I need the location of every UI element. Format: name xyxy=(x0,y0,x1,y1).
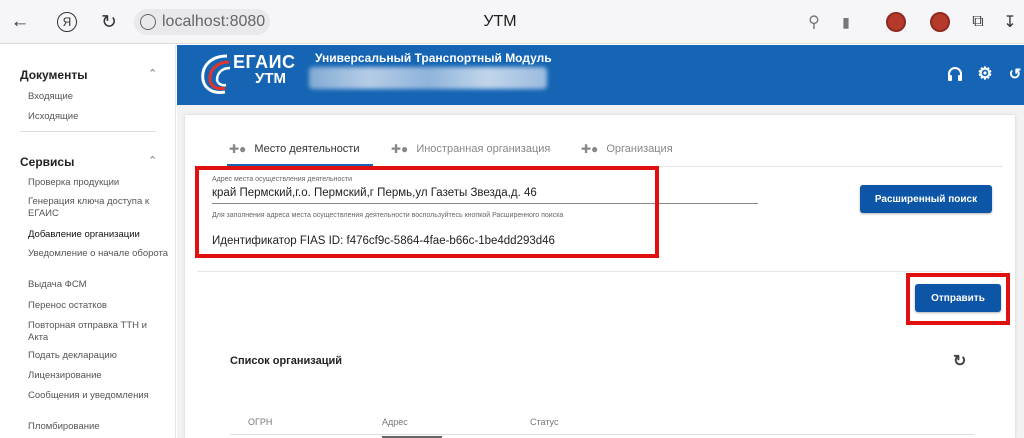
sidebar-section-services[interactable]: Сервисы xyxy=(20,155,74,169)
tab-activity-place[interactable]: ✚● Место деятельности xyxy=(229,137,360,161)
sidebar: Документы ⌃ Входящие Исходящие Сервисы ⌃… xyxy=(0,45,176,438)
sidebar-item-add-organization[interactable]: Добавление организации xyxy=(28,229,168,241)
column-header-ogrn: ОГРН xyxy=(248,417,273,427)
person-add-icon: ✚● xyxy=(581,142,599,156)
yandex-logo-icon[interactable]: Я xyxy=(55,10,79,34)
search-icon[interactable]: ⚲ xyxy=(802,10,826,34)
bookmark-icon[interactable]: ▮ xyxy=(834,10,858,34)
app-title: Универсальный Транспортный Модуль xyxy=(315,51,552,65)
person-add-icon: ✚● xyxy=(391,142,409,156)
address-bar-url[interactable]: localhost:8080 xyxy=(162,13,265,31)
column-header-status: Статус xyxy=(530,417,559,427)
sidebar-item-key-generation[interactable]: Генерация ключа доступа к ЕГАИС xyxy=(28,196,168,220)
sidebar-item-messages[interactable]: Сообщения и уведомления xyxy=(28,390,168,402)
tab-label: Организация xyxy=(606,143,673,155)
site-info-icon[interactable] xyxy=(140,14,156,30)
table-header-divider xyxy=(230,434,974,435)
extension-icon[interactable] xyxy=(884,10,908,34)
page-title: УТМ xyxy=(483,13,517,30)
tab-label: Место деятельности xyxy=(254,143,360,155)
reload-icon[interactable]: ↻ xyxy=(97,10,121,34)
collections-icon[interactable]: ⧉ xyxy=(966,10,990,34)
app-header: ЕГАИС УТМ Универсальный Транспортный Мод… xyxy=(177,45,1024,105)
person-add-icon: ✚● xyxy=(229,142,247,156)
sidebar-divider xyxy=(20,131,156,132)
sidebar-item-incoming[interactable]: Входящие xyxy=(28,91,168,103)
tab-foreign-organization[interactable]: ✚● Иностранная организация xyxy=(391,137,550,161)
tab-organization[interactable]: ✚● Организация xyxy=(581,137,673,161)
sidebar-item-licensing[interactable]: Лицензирование xyxy=(28,370,168,382)
sidebar-item-fsm-issue[interactable]: Выдача ФСМ xyxy=(28,279,168,291)
column-header-address: Адрес xyxy=(382,417,408,427)
highlight-box xyxy=(906,273,1010,325)
headset-icon[interactable] xyxy=(945,64,965,84)
egais-logo: ЕГАИС УТМ xyxy=(197,48,295,98)
organizations-list-title: Список организаций xyxy=(230,355,343,367)
main-area: ✚● Место деятельности ✚● Иностранная орг… xyxy=(177,105,1024,438)
advanced-search-button[interactable]: Расширенный поиск xyxy=(860,185,992,213)
sidebar-item-outgoing[interactable]: Исходящие xyxy=(28,111,168,123)
content-card: ✚● Место деятельности ✚● Иностранная орг… xyxy=(185,115,1015,438)
highlight-box xyxy=(195,166,659,258)
sidebar-item-turnover-notice[interactable]: Уведомление о начале оборота xyxy=(28,248,168,260)
tab-label: Иностранная организация xyxy=(416,143,551,155)
sidebar-item-product-check[interactable]: Проверка продукции xyxy=(28,177,168,189)
sidebar-item-declaration[interactable]: Подать декларацию xyxy=(28,350,168,362)
sidebar-item-stock-transfer[interactable]: Перенос остатков xyxy=(28,300,168,312)
chevron-up-icon[interactable]: ⌃ xyxy=(148,67,157,80)
download-icon[interactable]: ↧ xyxy=(998,10,1022,34)
chevron-up-icon[interactable]: ⌃ xyxy=(148,154,157,167)
logo-utm-text: УТМ xyxy=(255,70,286,87)
section-divider xyxy=(197,271,1003,272)
back-arrow-icon[interactable]: ← xyxy=(8,10,32,34)
sidebar-item-resend-ttn[interactable]: Повторная отправка ТТН и Акта xyxy=(28,320,168,344)
extension-icon[interactable] xyxy=(928,10,952,34)
gear-icon[interactable]: ⚙ xyxy=(975,64,995,84)
sidebar-item-sealing[interactable]: Пломбирование xyxy=(28,421,168,433)
history-icon[interactable]: ↺ xyxy=(1005,64,1024,84)
address-bar[interactable]: localhost:8080 xyxy=(134,9,270,35)
refresh-icon[interactable]: ↻ xyxy=(953,351,966,371)
browser-toolbar: ← Я ↻ localhost:8080 УТМ ⚲ ▮ ⧉ ↧ xyxy=(0,0,1024,44)
sidebar-section-documents[interactable]: Документы xyxy=(20,68,87,82)
redacted-organization-name xyxy=(309,67,547,89)
